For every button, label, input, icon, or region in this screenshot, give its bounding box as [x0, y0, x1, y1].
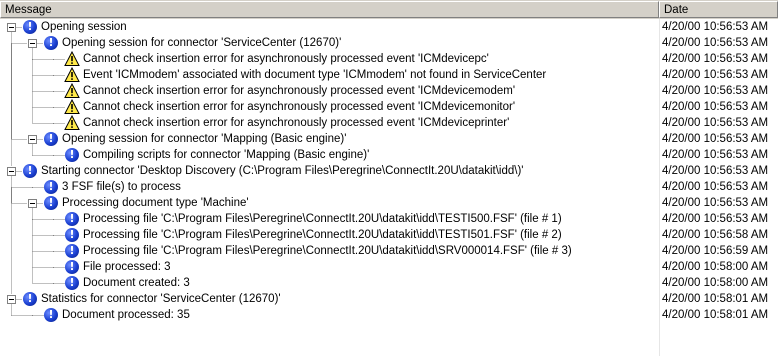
column-header-message[interactable]: Message — [0, 1, 659, 18]
table-row[interactable]: Cannot check insertion error for asynchr… — [0, 99, 778, 115]
info-icon — [44, 180, 58, 194]
log-message: Event 'ICMmodem' associated with documen… — [83, 69, 547, 81]
table-row[interactable]: Compiling scripts for connector 'Mapping… — [0, 147, 778, 163]
table-row[interactable]: Document created: 3 4/20/00 10:58:00 AM — [0, 275, 778, 291]
log-message: Cannot check insertion error for asynchr… — [83, 85, 516, 97]
log-message: Cannot check insertion error for asynchr… — [83, 117, 510, 129]
log-message: File processed: 3 — [83, 261, 171, 273]
table-row[interactable]: 3 FSF file(s) to process 4/20/00 10:56:53… — [0, 179, 778, 195]
log-date: 4/20/00 10:56:53 AM — [662, 101, 769, 113]
collapse-toggle[interactable] — [7, 167, 16, 176]
info-icon — [23, 164, 37, 178]
table-row[interactable]: Cannot check insertion error for asynchr… — [0, 51, 778, 67]
log-message: Compiling scripts for connector 'Mapping… — [83, 149, 370, 161]
table-row[interactable]: Cannot check insertion error for asynchr… — [0, 83, 778, 99]
collapse-toggle[interactable] — [28, 199, 37, 208]
log-date: 4/20/00 10:58:00 AM — [662, 277, 769, 289]
table-row[interactable]: Opening session for connector 'Mapping (… — [0, 131, 778, 147]
table-row[interactable]: Starting connector 'Desktop Discovery (C… — [0, 163, 778, 179]
warning-icon — [64, 115, 80, 130]
log-date: 4/20/00 10:58:01 AM — [662, 309, 769, 321]
log-message: Processing document type 'Machine' — [62, 197, 249, 209]
log-date: 4/20/00 10:56:58 AM — [662, 229, 769, 241]
log-message: Opening session for connector 'Mapping (… — [62, 133, 347, 145]
log-message: Starting connector 'Desktop Discovery (C… — [41, 165, 524, 177]
table-row[interactable]: Processing file 'C:\Program Files\Peregr… — [0, 227, 778, 243]
log-date: 4/20/00 10:56:53 AM — [662, 149, 769, 161]
table-row[interactable]: Processing document type 'Machine' 4/20/0… — [0, 195, 778, 211]
log-message: Statistics for connector 'ServiceCenter … — [41, 293, 281, 305]
collapse-toggle[interactable] — [28, 135, 37, 144]
table-row[interactable]: Event 'ICMmodem' associated with documen… — [0, 67, 778, 83]
table-row[interactable]: Document processed: 35 4/20/00 10:58:01 A… — [0, 307, 778, 323]
table-row[interactable]: Opening session for connector 'ServiceCe… — [0, 35, 778, 51]
collapse-toggle[interactable] — [28, 39, 37, 48]
log-message: Cannot check insertion error for asynchr… — [83, 101, 516, 113]
info-icon — [65, 228, 79, 242]
table-row[interactable]: Processing file 'C:\Program Files\Peregr… — [0, 243, 778, 259]
log-rows: Opening session4/20/00 10:56:53 AMOpenin… — [0, 19, 778, 356]
warning-icon — [64, 51, 80, 66]
log-date: 4/20/00 10:56:53 AM — [662, 37, 769, 49]
table-row[interactable]: File processed: 3 4/20/00 10:58:00 AM — [0, 259, 778, 275]
log-date: 4/20/00 10:56:53 AM — [662, 69, 769, 81]
info-icon — [44, 132, 58, 146]
log-date: 4/20/00 10:56:53 AM — [662, 85, 769, 97]
log-message: Opening session — [41, 21, 127, 33]
collapse-toggle[interactable] — [7, 295, 16, 304]
log-date: 4/20/00 10:58:00 AM — [662, 261, 769, 273]
log-date: 4/20/00 10:56:53 AM — [662, 197, 769, 209]
warning-icon — [64, 99, 80, 114]
log-grid: Message Date Opening session 4/20/00 10:5… — [0, 0, 778, 356]
column-header-date[interactable]: Date — [659, 1, 778, 18]
log-message: 3 FSF file(s) to process — [62, 181, 181, 193]
table-row[interactable]: Processing file 'C:\Program Files\Peregr… — [0, 211, 778, 227]
info-icon — [44, 36, 58, 50]
log-message: Processing file 'C:\Program Files\Peregr… — [83, 213, 562, 225]
log-date: 4/20/00 10:56:53 AM — [662, 213, 769, 225]
log-date: 4/20/00 10:56:53 AM — [662, 53, 769, 65]
info-icon — [65, 260, 79, 274]
log-date: 4/20/00 10:56:53 AM — [662, 133, 769, 145]
info-icon — [23, 292, 37, 306]
warning-icon — [64, 83, 80, 98]
table-row[interactable]: Cannot check insertion error for asynchr… — [0, 115, 778, 131]
table-row[interactable]: Statistics for connector 'ServiceCenter … — [0, 291, 778, 307]
log-date: 4/20/00 10:56:53 AM — [662, 165, 769, 177]
info-icon — [44, 196, 58, 210]
info-icon — [65, 276, 79, 290]
log-message: Processing file 'C:\Program Files\Peregr… — [83, 245, 572, 257]
log-date: 4/20/00 10:56:53 AM — [662, 181, 769, 193]
log-date: 4/20/00 10:56:53 AM — [662, 117, 769, 129]
info-icon — [23, 20, 37, 34]
info-icon — [44, 308, 58, 322]
info-icon — [65, 148, 79, 162]
log-date: 4/20/00 10:56:53 AM — [662, 21, 769, 33]
log-message: Document processed: 35 — [62, 309, 190, 321]
info-icon — [65, 212, 79, 226]
log-date: 4/20/00 10:56:59 AM — [662, 245, 769, 257]
log-message: Cannot check insertion error for asynchr… — [83, 53, 489, 65]
collapse-toggle[interactable] — [7, 23, 16, 32]
warning-icon — [64, 67, 80, 82]
log-message: Opening session for connector 'ServiceCe… — [62, 37, 342, 49]
log-message: Document created: 3 — [83, 277, 190, 289]
column-header-bar: Message Date — [0, 1, 778, 19]
table-row[interactable]: Opening session 4/20/00 10:56:53 AM — [0, 19, 778, 35]
log-message: Processing file 'C:\Program Files\Peregr… — [83, 229, 562, 241]
log-date: 4/20/00 10:58:01 AM — [662, 293, 769, 305]
info-icon — [65, 244, 79, 258]
